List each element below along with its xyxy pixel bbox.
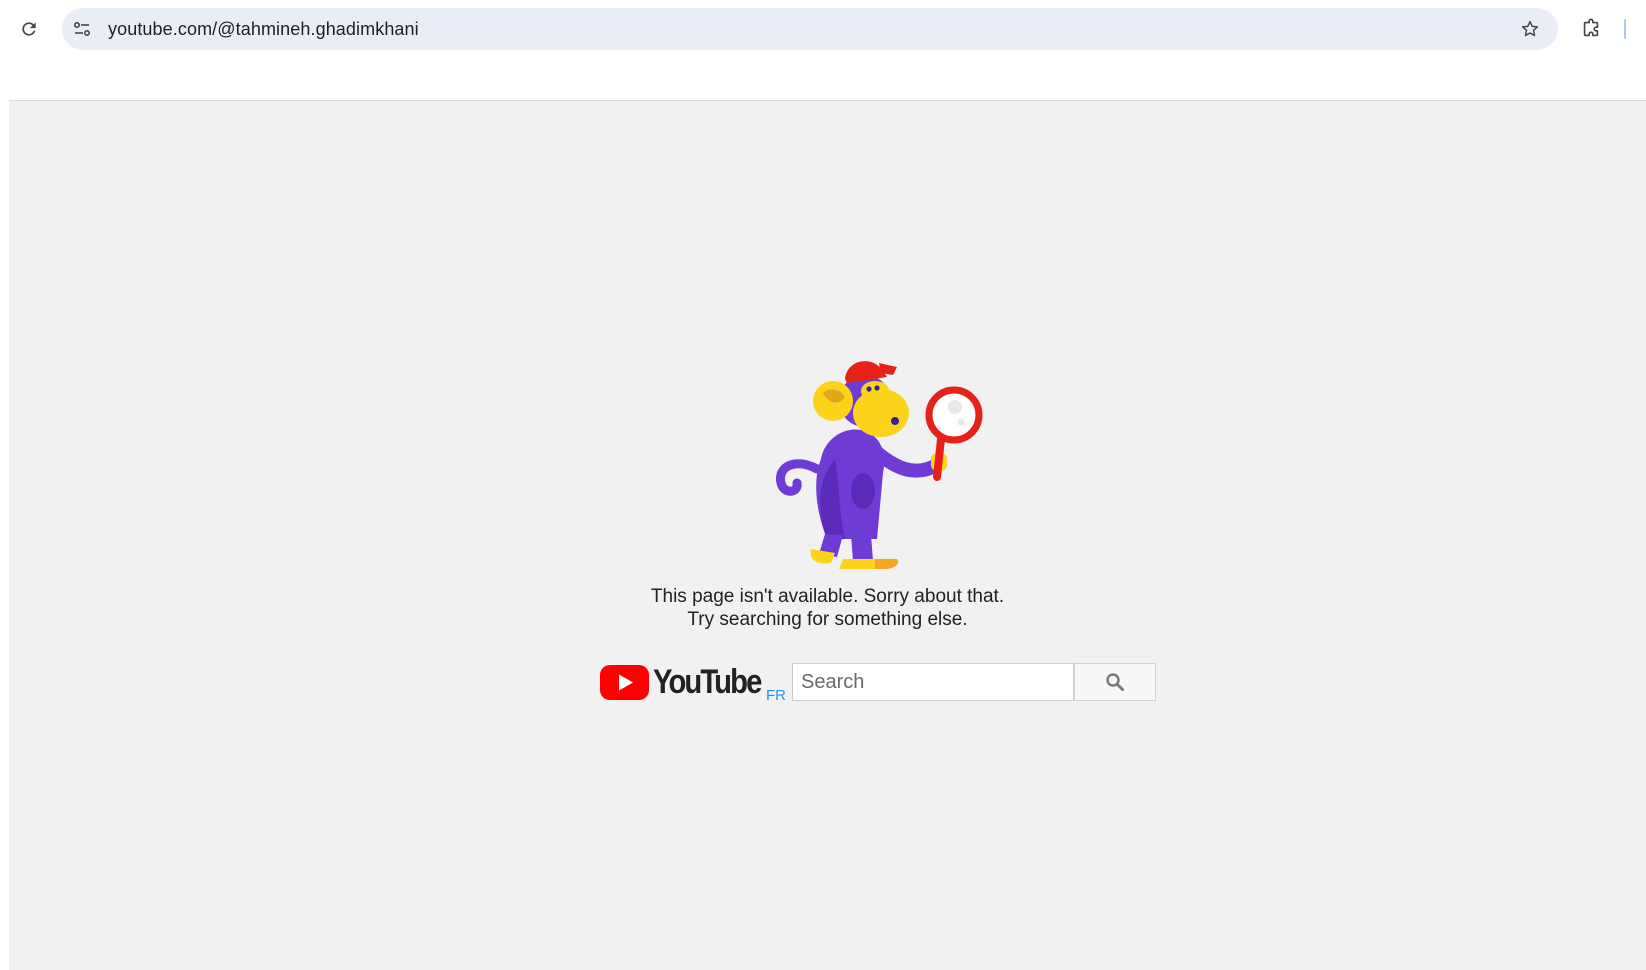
puzzle-icon[interactable]	[1578, 16, 1604, 42]
search-icon	[1106, 673, 1124, 691]
address-bar[interactable]: youtube.com/@tahmineh.ghadimkhani	[62, 8, 1558, 50]
error-message-line2: Try searching for something else.	[687, 609, 968, 630]
tune-icon[interactable]	[70, 17, 94, 41]
youtube-play-icon	[600, 665, 649, 700]
error-message-line1: This page isn't available. Sorry about t…	[650, 586, 1005, 607]
search-row: YouTube FR	[600, 663, 1160, 704]
country-code: FR	[766, 687, 786, 704]
youtube-logo[interactable]: YouTube	[600, 663, 762, 701]
page-viewport: This page isn't available. Sorry about t…	[9, 100, 1646, 970]
url-text[interactable]: youtube.com/@tahmineh.ghadimkhani	[108, 19, 419, 40]
side-panel-indicator	[1624, 19, 1626, 39]
search-button[interactable]	[1074, 663, 1156, 701]
monkey-illustration	[776, 361, 983, 569]
browser-toolbar: youtube.com/@tahmineh.ghadimkhani	[0, 0, 1646, 100]
star-icon[interactable]	[1518, 17, 1542, 41]
reload-icon[interactable]	[16, 16, 42, 42]
youtube-wordmark: YouTube	[653, 663, 762, 701]
search-input[interactable]	[792, 663, 1074, 701]
